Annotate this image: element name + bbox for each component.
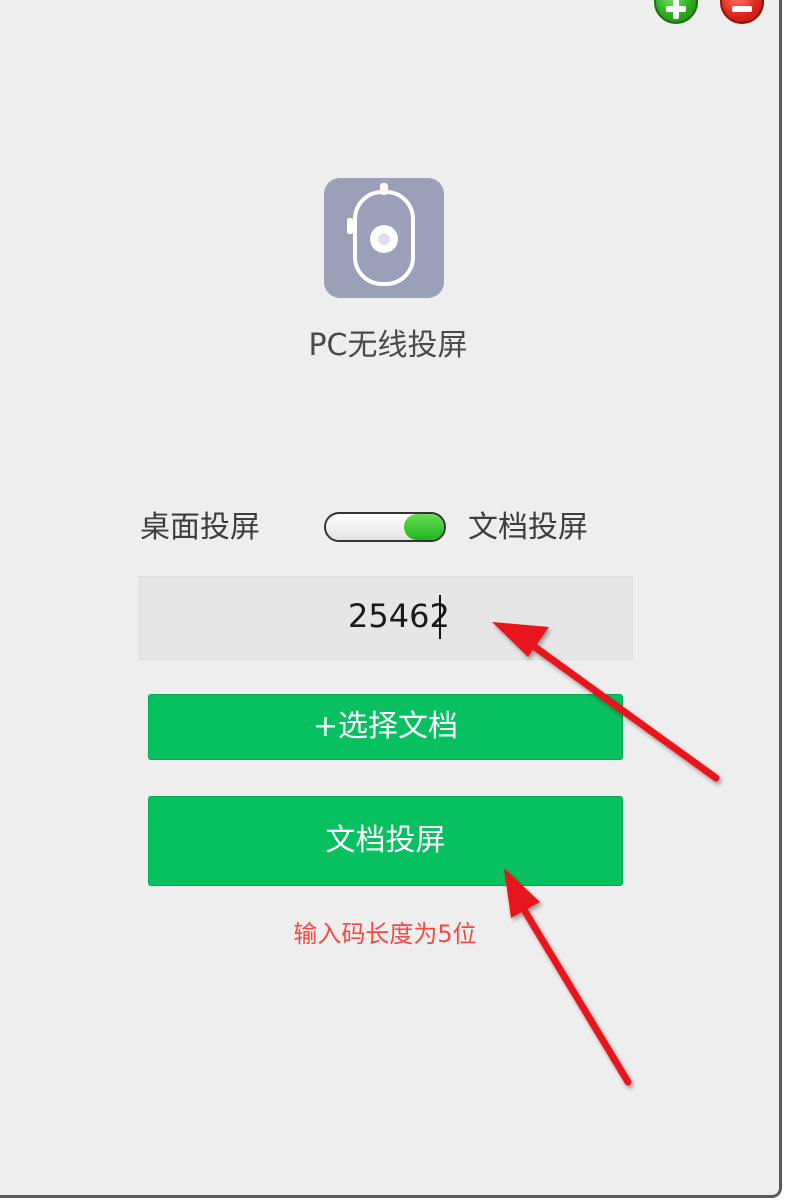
arrow-to-code-input xyxy=(492,622,720,782)
arrow-to-cast-button xyxy=(504,868,632,1086)
annotation-arrows xyxy=(492,622,720,1086)
